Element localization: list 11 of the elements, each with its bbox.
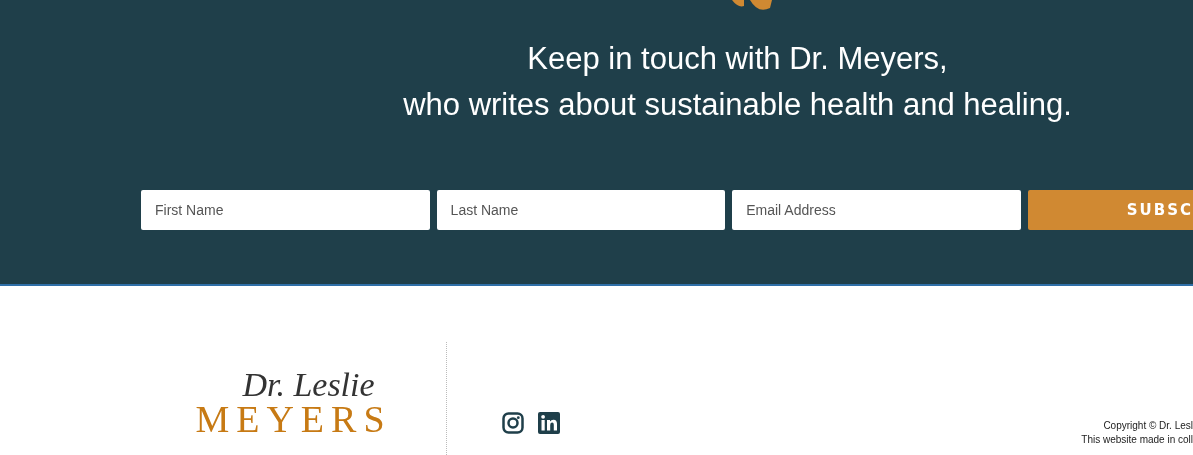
input-field[interactable]: Email Address bbox=[732, 190, 1021, 230]
logo-name: MEYERS bbox=[195, 400, 392, 438]
input-field[interactable]: First Name bbox=[141, 190, 430, 230]
input-field[interactable]: Last Name bbox=[436, 190, 726, 230]
logo-script: Dr. Leslie bbox=[242, 370, 375, 400]
newsletter-heading: Keep in touch with Dr. Meyers, who writes about sustainable health and healing. bbox=[402, 40, 1073, 124]
copyright-text: Copyright © Dr. Lesl bbox=[1103, 419, 1193, 433]
subscribe-button[interactable]: SUBSC bbox=[1027, 190, 1193, 230]
copyright-text: This website made in coll bbox=[1081, 433, 1193, 447]
linkedin-icon[interactable] bbox=[538, 412, 560, 434]
instagram-icon[interactable] bbox=[502, 412, 524, 434]
